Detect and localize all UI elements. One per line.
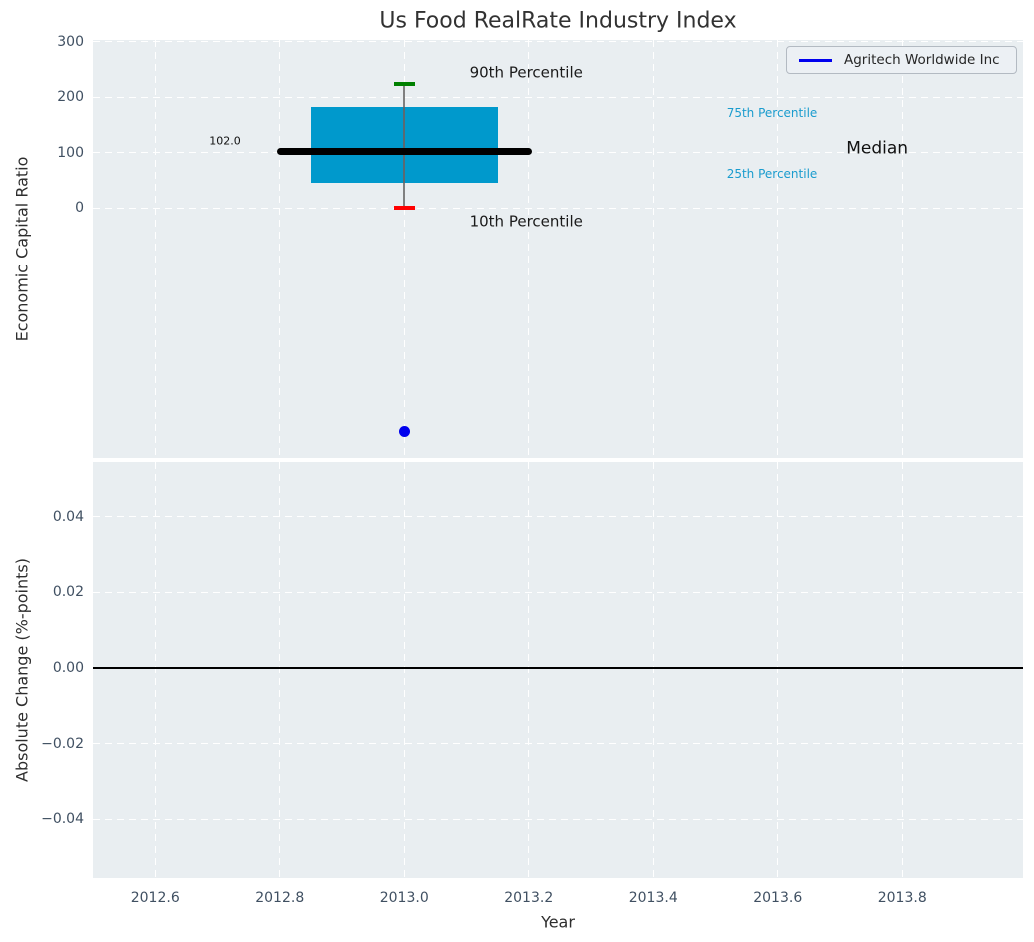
top-y-tick-label: 300: [0, 34, 84, 50]
x-tick-label: 2013.4: [629, 890, 678, 906]
x-gridline: [404, 462, 405, 878]
top-y-tick-label: 200: [0, 89, 84, 105]
bottom-y-tick-label: 0.04: [0, 509, 84, 525]
y-gridline: [93, 97, 1023, 98]
whisker-cap-10th: [394, 206, 415, 210]
x-gridline: [902, 40, 903, 458]
x-tick-label: 2012.6: [131, 890, 180, 906]
x-gridline: [528, 462, 529, 878]
x-gridline: [777, 462, 778, 878]
series-point-agritech-worldwide-inc: [399, 426, 410, 437]
x-gridline: [279, 40, 280, 458]
x-gridline: [902, 462, 903, 878]
x-gridline: [155, 462, 156, 878]
top-y-axis-label: Economic Capital Ratio: [13, 157, 32, 342]
figure: Us Food RealRate Industry Index Economic…: [0, 0, 1034, 942]
x-tick-label: 2012.8: [255, 890, 304, 906]
legend-line-sample: [799, 59, 832, 62]
x-tick-label: 2013.0: [380, 890, 429, 906]
x-gridline: [653, 40, 654, 458]
x-gridline: [528, 40, 529, 458]
annotation-10th-percentile: 10th Percentile: [470, 215, 583, 230]
top-axes-economic-capital-ratio: [93, 40, 1023, 458]
y-gridline: [93, 208, 1023, 209]
y-gridline: [93, 592, 1023, 593]
bottom-y-axis-label: Absolute Change (%-points): [13, 558, 32, 782]
median-line: [277, 148, 532, 155]
whisker-cap-90th: [394, 82, 415, 86]
zero-line: [93, 667, 1023, 669]
annotation-25th-percentile: 25th Percentile: [727, 168, 818, 180]
x-gridline: [777, 40, 778, 458]
legend: Agritech Worldwide Inc: [786, 46, 1017, 74]
bottom-y-tick-label: −0.04: [0, 811, 84, 827]
y-gridline: [93, 41, 1023, 42]
annotation-102-0: 102.0: [209, 136, 241, 147]
annotation-90th-percentile: 90th Percentile: [470, 65, 583, 80]
y-gridline: [93, 819, 1023, 820]
x-gridline: [155, 40, 156, 458]
whisker-line-over-box: [403, 107, 405, 183]
x-axis-label: Year: [541, 913, 575, 932]
x-tick-label: 2013.6: [753, 890, 802, 906]
y-gridline: [93, 516, 1023, 517]
x-gridline: [653, 462, 654, 878]
x-tick-label: 2013.2: [504, 890, 553, 906]
x-tick-label: 2013.8: [878, 890, 927, 906]
annotation-median: Median: [846, 140, 908, 157]
chart-title: Us Food RealRate Industry Index: [379, 9, 736, 34]
y-gridline: [93, 743, 1023, 744]
legend-series-label: Agritech Worldwide Inc: [844, 52, 1000, 68]
annotation-75th-percentile: 75th Percentile: [727, 107, 818, 119]
bottom-axes-absolute-change: [93, 462, 1023, 878]
x-gridline: [279, 462, 280, 878]
